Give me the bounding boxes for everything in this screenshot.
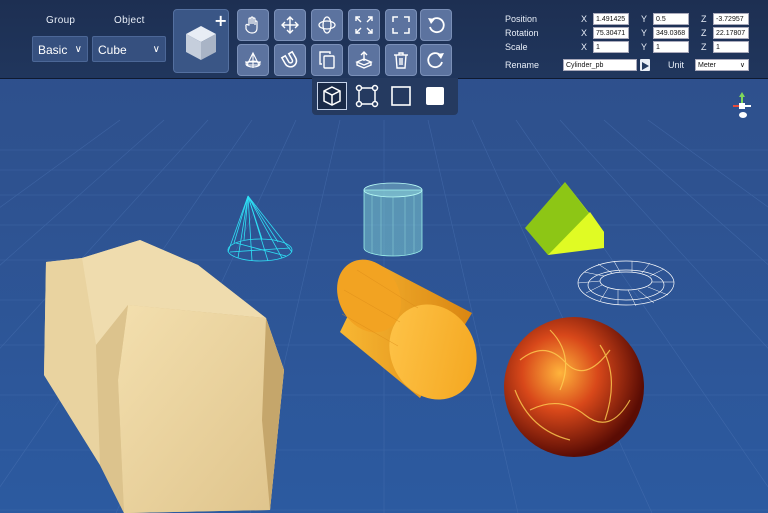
move-tool-button[interactable]: [274, 9, 306, 41]
rotate-tool-button[interactable]: [311, 9, 343, 41]
axis-y-label: Y: [641, 42, 648, 52]
snap-magnet-icon: [280, 50, 298, 68]
scale-tool-button[interactable]: [348, 9, 380, 41]
pivot-tool-button[interactable]: [237, 44, 269, 76]
duplicate-icon: [319, 51, 335, 69]
redo-button[interactable]: [420, 44, 452, 76]
object-header: Object: [114, 15, 145, 26]
frame-icon: [392, 16, 410, 34]
outline-view-button[interactable]: [386, 82, 416, 110]
axis-z-label: Z: [701, 42, 707, 52]
axis-x-label: X: [581, 42, 588, 52]
group-header: Group: [46, 15, 76, 26]
wooden-polyhedron[interactable]: [44, 240, 284, 513]
axis-y-label: Y: [641, 14, 648, 24]
chevron-down-icon: ∨: [739, 62, 745, 69]
lava-sphere[interactable]: [504, 317, 644, 457]
rotation-x-field[interactable]: 75.30471: [593, 27, 629, 39]
scale-label: Scale: [505, 42, 528, 52]
position-label: Position: [505, 14, 538, 24]
hand-tool-button[interactable]: [237, 9, 269, 41]
rotate-orbit-icon: [318, 16, 336, 34]
top-toolbar: Group Object Basic ∨ Cube ∨ + Position R…: [0, 0, 768, 79]
orange-cylinder[interactable]: [325, 248, 493, 415]
rotation-z-field[interactable]: 22.17807: [713, 27, 749, 39]
rename-label: Rename: [505, 60, 540, 70]
axis-x-label: X: [581, 28, 588, 38]
outline-square-icon: [391, 86, 411, 106]
axis-x-label: X: [581, 14, 588, 24]
rotation-y-field[interactable]: 349.0368: [653, 27, 689, 39]
chevron-down-icon: ∨: [74, 44, 82, 55]
orientation-gizmo[interactable]: [728, 92, 756, 120]
shaded-cube-icon: [323, 86, 341, 106]
add-object-button[interactable]: +: [173, 9, 229, 73]
scale-x-field[interactable]: 1: [593, 41, 629, 53]
axis-z-label: Z: [701, 28, 707, 38]
wireframe-cone[interactable]: [227, 195, 293, 262]
svg-text:+: +: [214, 11, 227, 30]
group-dropdown-value: Basic: [38, 43, 68, 57]
position-y-field[interactable]: 0.5: [653, 13, 689, 25]
solid-square-icon: [426, 87, 444, 105]
export-icon: [355, 51, 373, 69]
redo-icon: [427, 52, 444, 69]
scale-z-field[interactable]: 1: [713, 41, 749, 53]
delete-icon: [394, 52, 408, 69]
object-dropdown[interactable]: Cube ∨: [92, 36, 166, 62]
rename-submit-button[interactable]: [640, 59, 650, 71]
shaded-view-button[interactable]: [317, 82, 347, 110]
rotation-label: Rotation: [505, 28, 539, 38]
position-z-field[interactable]: -3.72957: [713, 13, 749, 25]
solid-view-button[interactable]: [420, 82, 450, 110]
export-button[interactable]: [348, 44, 380, 76]
unit-dropdown-value: Meter: [698, 62, 716, 69]
add-cube-icon: +: [186, 11, 227, 60]
undo-button[interactable]: [420, 9, 452, 41]
hand-icon: [245, 16, 258, 34]
view-mode-toolbar: [312, 78, 458, 115]
unit-label: Unit: [668, 60, 685, 70]
chevron-down-icon: ∨: [152, 44, 160, 55]
move-icon: [281, 16, 299, 34]
position-x-field[interactable]: 1.491425: [593, 13, 629, 25]
play-arrow-icon: [642, 62, 649, 70]
delete-button[interactable]: [385, 44, 417, 76]
group-dropdown[interactable]: Basic ∨: [32, 36, 88, 62]
wireframe-view-button[interactable]: [352, 82, 382, 110]
triangular-prism[interactable]: [525, 182, 604, 255]
snap-button[interactable]: [274, 44, 306, 76]
scale-expand-icon: [355, 16, 373, 34]
scale-y-field[interactable]: 1: [653, 41, 689, 53]
unit-dropdown[interactable]: Meter ∨: [695, 59, 749, 71]
axis-z-label: Z: [701, 14, 707, 24]
duplicate-button[interactable]: [311, 44, 343, 76]
undo-icon: [428, 17, 445, 34]
wireframe-torus[interactable]: [577, 260, 675, 307]
pivot-icon: [245, 51, 261, 68]
rename-field[interactable]: Cylinder_pb: [563, 59, 637, 71]
object-dropdown-value: Cube: [98, 43, 127, 57]
wireframe-icon: [355, 84, 379, 108]
axis-y-label: Y: [641, 28, 648, 38]
glass-cylinder[interactable]: [363, 182, 423, 257]
frame-selection-button[interactable]: [385, 9, 417, 41]
